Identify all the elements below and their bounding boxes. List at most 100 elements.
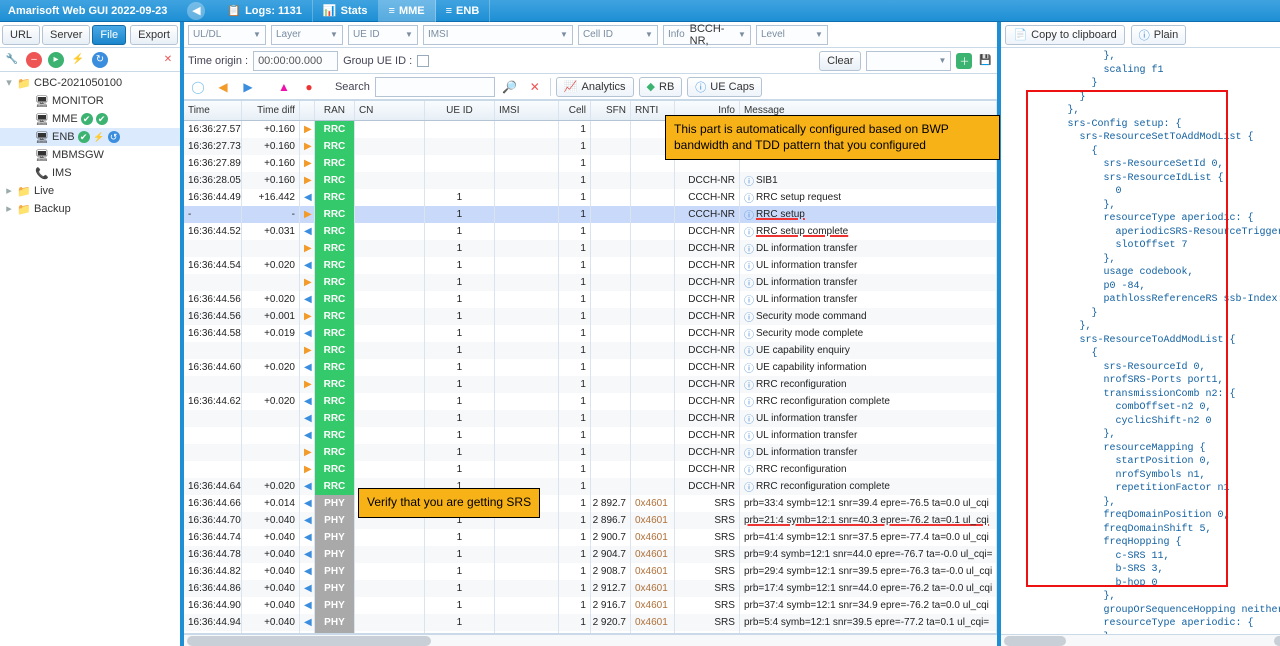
tab-mme[interactable]: ≡MME — [379, 0, 436, 22]
log-row[interactable]: 16:36:44.566+0.020◀RRC11DCCH-NRⓘUL infor… — [184, 291, 998, 308]
col-timediff[interactable]: Time diff — [242, 101, 300, 120]
refresh-icon[interactable]: 🔧 — [4, 52, 20, 68]
tool-prev-icon[interactable]: ◀ — [213, 77, 233, 97]
tree-item[interactable]: ▸📁Backup — [0, 200, 180, 218]
tab-logs[interactable]: 📋Logs: 1131 — [217, 0, 313, 22]
timeorigin-input[interactable]: 00:00:00.000 — [253, 51, 338, 71]
info-icon: ⓘ — [744, 326, 754, 341]
collapse-left-icon[interactable]: ◀ — [187, 2, 205, 20]
tree-item[interactable]: 🖥MBMSGW — [0, 146, 180, 164]
info-filter[interactable]: InfoBCCH-NR,▼ — [663, 25, 751, 45]
level-filter[interactable]: Level▼ — [756, 25, 828, 45]
log-row[interactable]: ▶RRC11DCCH-NRⓘDL information transfer — [184, 274, 998, 291]
tab-stats[interactable]: 📊Stats — [313, 0, 379, 22]
play-icon[interactable]: ▸ — [48, 52, 64, 68]
tool-circle-icon[interactable]: ◯ — [188, 77, 208, 97]
annotation-2: Verify that you are getting SRS — [358, 488, 540, 518]
log-row[interactable]: 16:36:44.626+0.020◀RRC11DCCH-NRⓘRRC reco… — [184, 393, 998, 410]
log-row[interactable]: 16:36:44.586+0.019◀RRC11DCCH-NRⓘSecurity… — [184, 325, 998, 342]
copy-button[interactable]: 📄Copy to clipboard — [1005, 25, 1124, 45]
log-body[interactable]: 16:36:27.573+0.160▶RRC116:36:27.733+0.16… — [184, 121, 998, 633]
analytics-button[interactable]: 📈Analytics — [556, 77, 634, 97]
search-input[interactable] — [375, 77, 495, 97]
search-icon[interactable]: 🔎 — [500, 77, 520, 97]
log-row[interactable]: ▶RRC11DCCH-NRⓘRRC reconfiguration — [184, 376, 998, 393]
log-row[interactable]: ▶RRC11DCCH-NRⓘDL information transfer — [184, 240, 998, 257]
uldl-filter[interactable]: UL/DL▼ — [188, 25, 266, 45]
col-imsi[interactable]: IMSI — [495, 101, 559, 120]
log-row[interactable]: 16:36:44.546+0.020◀RRC11DCCH-NRⓘUL infor… — [184, 257, 998, 274]
log-row[interactable]: 16:36:28.053+0.160▶RRC1DCCH-NRⓘSIB1 — [184, 172, 998, 189]
tree-icon: 📁 — [17, 184, 31, 198]
imsi-filter[interactable]: IMSI▼ — [423, 25, 573, 45]
log-row[interactable]: 16:36:44.700+0.040◀PHY112 896.70x4601SRS… — [184, 512, 998, 529]
log-row[interactable]: 16:36:44.567+0.001▶RRC11DCCH-NRⓘSecurity… — [184, 308, 998, 325]
log-row[interactable]: 16:36:44.780+0.040◀PHY112 904.70x4601SRS… — [184, 546, 998, 563]
search-label: Search — [335, 81, 370, 93]
save-filter-icon[interactable]: 💾 — [977, 53, 993, 69]
uecaps-button[interactable]: ⓘUE Caps — [687, 77, 762, 97]
stop-icon[interactable]: – — [26, 52, 42, 68]
tab-enb[interactable]: ≡ENB — [436, 0, 491, 22]
info-icon: ⓘ — [744, 241, 754, 256]
layer-filter[interactable]: Layer▼ — [271, 25, 343, 45]
ueid-filter[interactable]: UE ID▼ — [348, 25, 418, 45]
log-row[interactable]: 16:36:44.740+0.040◀PHY112 900.70x4601SRS… — [184, 529, 998, 546]
log-row[interactable]: 16:36:44.860+0.040◀PHY112 912.70x4601SRS… — [184, 580, 998, 597]
clear-button[interactable]: Clear — [819, 51, 861, 71]
tree-item[interactable]: 📞IMS — [0, 164, 180, 182]
saved-filter[interactable]: ▼ — [866, 51, 951, 71]
rb-button[interactable]: ◆RB — [639, 77, 683, 97]
downlink-icon: ▶ — [304, 464, 312, 475]
col-sfn[interactable]: SFN — [591, 101, 631, 120]
add-filter-icon[interactable]: ＋ — [956, 53, 972, 69]
plain-button[interactable]: ⓘPlain — [1131, 25, 1186, 45]
tool-next-icon[interactable]: ▶ — [238, 77, 258, 97]
export-button[interactable]: Export — [130, 25, 178, 45]
log-row[interactable]: 16:36:44.646+0.020◀RRC11DCCH-NRⓘRRC reco… — [184, 478, 998, 495]
tree-item[interactable]: ▸📁Live — [0, 182, 180, 200]
log-row[interactable]: 16:36:44.495+16.442◀RRC11CCCH-NRⓘRRC set… — [184, 189, 998, 206]
tree-label: Live — [34, 185, 54, 197]
server-button[interactable]: Server — [42, 25, 90, 45]
log-row[interactable]: 16:36:44.660+0.014◀PHY112 892.70x4601SRS… — [184, 495, 998, 512]
log-row[interactable]: 16:36:44.940+0.040◀PHY112 920.70x4601SRS… — [184, 614, 998, 631]
col-time[interactable]: Time — [184, 101, 242, 120]
bolt-icon[interactable]: ⚡ — [70, 52, 86, 68]
tool-warn-icon[interactable]: ▲ — [274, 77, 294, 97]
downlink-icon: ▶ — [304, 124, 312, 135]
log-row[interactable]: ▶RRC11DCCH-NRⓘDL information transfer — [184, 444, 998, 461]
tree-item[interactable]: 🖥MONITOR — [0, 92, 180, 110]
log-row[interactable]: ▶RRC11DCCH-NRⓘRRC reconfiguration — [184, 461, 998, 478]
cellid-filter[interactable]: Cell ID▼ — [578, 25, 658, 45]
log-row[interactable]: 16:36:44.606+0.020◀RRC11DCCH-NRⓘUE capab… — [184, 359, 998, 376]
search-clear-icon[interactable]: ✕ — [525, 77, 545, 97]
log-row[interactable]: ◀RRC11DCCH-NRⓘUL information transfer — [184, 427, 998, 444]
tree-icon: 🖥 — [35, 112, 49, 126]
reload-icon[interactable]: ↻ — [92, 52, 108, 68]
col-ran[interactable]: RAN — [315, 101, 355, 120]
file-button[interactable]: File — [92, 25, 126, 45]
close-icon[interactable]: ✕ — [160, 52, 176, 68]
col-dir[interactable] — [300, 101, 315, 120]
url-button[interactable]: URL — [2, 25, 40, 45]
log-row[interactable]: ◀RRC11DCCH-NRⓘUL information transfer — [184, 410, 998, 427]
tree-item[interactable]: 🖥MME✔✔ — [0, 110, 180, 128]
decoded-message[interactable]: }, scaling f1 } } }, srs-Config setup: {… — [1001, 48, 1280, 634]
log-row[interactable]: 16:36:44.900+0.040◀PHY112 916.70x4601SRS… — [184, 597, 998, 614]
tree-item[interactable]: 🖥ENB✔⚡↺ — [0, 128, 180, 146]
col-cn[interactable]: CN — [355, 101, 425, 120]
col-cell[interactable]: Cell — [559, 101, 591, 120]
log-row[interactable]: ▶RRC11DCCH-NRⓘUE capability enquiry — [184, 342, 998, 359]
tree-item[interactable]: ▾📁CBC-2021050100 — [0, 74, 180, 92]
col-ueid[interactable]: UE ID — [425, 101, 495, 120]
log-row[interactable]: 16:36:44.820+0.040◀PHY112 908.70x4601SRS… — [184, 563, 998, 580]
log-row[interactable]: --▶RRC11CCCH-NRⓘRRC setup — [184, 206, 998, 223]
right-scrollbar[interactable] — [1001, 634, 1280, 646]
tool-err-icon[interactable]: ● — [299, 77, 319, 97]
center-scrollbar[interactable] — [184, 634, 998, 646]
groupue-checkbox[interactable] — [417, 55, 429, 67]
log-row[interactable]: 16:36:44.526+0.031◀RRC11DCCH-NRⓘRRC setu… — [184, 223, 998, 240]
enb-icon: ≡ — [446, 5, 452, 17]
log-row[interactable]: 16:36:44.980+0.040◀PHY112 924.70x4601SRS… — [184, 631, 998, 633]
